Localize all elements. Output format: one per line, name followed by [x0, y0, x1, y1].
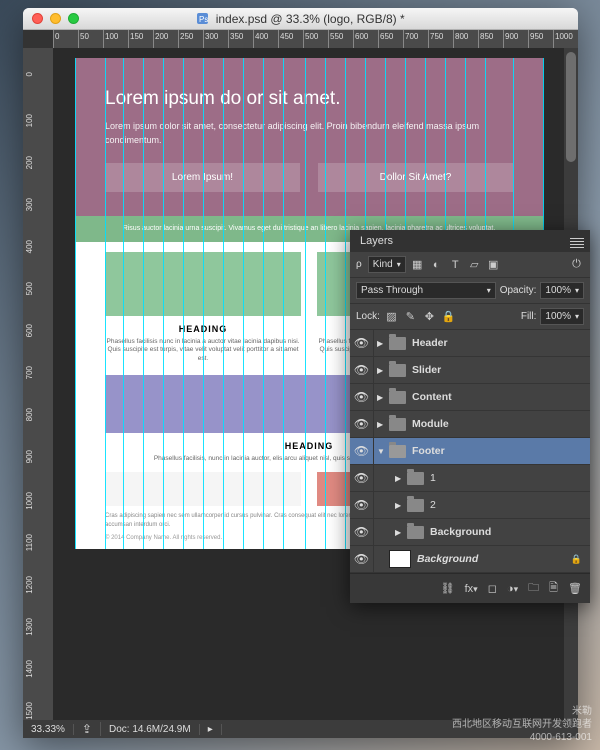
folder-icon: [389, 418, 406, 431]
layer-footer[interactable]: 👁▼ Footer: [350, 438, 590, 465]
visibility-toggle[interactable]: 👁: [350, 384, 374, 410]
layer-name[interactable]: Module: [412, 418, 449, 430]
layer-name[interactable]: 1: [430, 472, 436, 484]
link-layers-icon[interactable]: ⛓: [441, 582, 455, 595]
titlebar[interactable]: Ps index.psd @ 33.3% (logo, RGB/8) *: [23, 8, 578, 30]
visibility-toggle[interactable]: 👁: [350, 465, 374, 491]
minimize-button[interactable]: [50, 13, 61, 24]
hero-paragraph: Lorem ipsum dolor sit amet, consectetur …: [105, 120, 513, 147]
new-group-icon[interactable]: 🗀: [528, 579, 539, 598]
blend-row: Pass Through▾ Opacity: 100%▾: [350, 278, 590, 304]
hero-button-2[interactable]: Dollor Sit Amet?: [318, 163, 513, 192]
hero-section: Lorem ipsum do or sit amet. Lorem ipsum …: [75, 58, 543, 216]
ruler-vertical[interactable]: 2001000100200300400500600700800900100011…: [23, 48, 53, 720]
new-layer-icon[interactable]: 🗎: [549, 579, 558, 598]
visibility-toggle[interactable]: 👁: [350, 492, 374, 518]
folder-icon: [389, 391, 406, 404]
disclosure-triangle[interactable]: ▶: [377, 366, 386, 375]
layer-2[interactable]: 👁 ▶ 2: [350, 492, 590, 519]
layer-name[interactable]: Content: [412, 391, 452, 403]
layer-name[interactable]: Header: [412, 337, 448, 349]
layer-mask-icon[interactable]: ◻: [488, 582, 497, 595]
filter-toggle[interactable]: ⏻: [569, 258, 584, 272]
adjustment-layer-icon[interactable]: ◑▾: [507, 583, 518, 595]
filter-type-icon[interactable]: T: [448, 258, 463, 272]
visibility-toggle[interactable]: 👁: [350, 546, 374, 572]
traffic-lights: [32, 13, 79, 24]
layer-name[interactable]: Background: [430, 526, 491, 538]
layer-background[interactable]: 👁 ▶ Background: [350, 519, 590, 546]
layer-name[interactable]: Slider: [412, 364, 441, 376]
layers-tab[interactable]: Layers: [350, 230, 590, 252]
visibility-toggle[interactable]: 👁: [350, 519, 374, 545]
lock-paint-icon[interactable]: ✎: [403, 310, 418, 324]
filter-kind-select[interactable]: Kind▾: [368, 256, 406, 273]
layer-1[interactable]: 👁 ▶ 1: [350, 465, 590, 492]
share-icon[interactable]: ⇪: [74, 722, 101, 736]
ruler-origin[interactable]: [23, 30, 53, 48]
layer-name[interactable]: 2: [430, 499, 436, 511]
layer-content[interactable]: 👁▶ Content: [350, 384, 590, 411]
watermark: 米勒 西北地区移动互联网开发领跑者 4000-613-001: [452, 705, 592, 744]
svg-text:Ps: Ps: [199, 15, 208, 24]
layer-name[interactable]: Background: [417, 553, 478, 565]
disclosure-triangle[interactable]: ▶: [395, 528, 404, 537]
visibility-toggle[interactable]: 👁: [350, 330, 374, 356]
blend-mode-select[interactable]: Pass Through▾: [356, 282, 496, 299]
disclosure-triangle[interactable]: ▶: [395, 474, 404, 483]
layer-name[interactable]: Footer: [412, 445, 445, 457]
folder-icon: [407, 499, 424, 512]
folder-icon: [407, 472, 424, 485]
layer-thumbnail: [389, 550, 411, 568]
doc-size[interactable]: Doc: 14.6M/24.9M: [101, 724, 200, 735]
lock-icon: 🔒: [571, 554, 582, 565]
filter-shape-icon[interactable]: ▱: [467, 258, 482, 272]
layer-filter-row: ρ Kind▾ ▦ ◐ T ▱ ▣ ⏻: [350, 252, 590, 278]
lock-label: Lock:: [356, 311, 380, 322]
folder-icon: [389, 364, 406, 377]
hero-heading: Lorem ipsum do or sit amet.: [105, 88, 513, 110]
window-title: Ps index.psd @ 33.3% (logo, RGB/8) *: [23, 12, 578, 26]
filter-smart-icon[interactable]: ▣: [486, 258, 501, 272]
ruler-horizontal[interactable]: 0501001502002503003504004505005506006507…: [53, 30, 578, 48]
opacity-input[interactable]: 100%▾: [540, 282, 584, 299]
folder-icon: [389, 337, 406, 350]
filter-pixel-icon[interactable]: ▦: [410, 258, 425, 272]
folder-icon: [407, 526, 424, 539]
layers-footer: ⛓ fx▾ ◻ ◑▾ 🗀 🗎 🗑: [350, 573, 590, 603]
layer-module[interactable]: 👁▶ Module: [350, 411, 590, 438]
chevron-right-icon[interactable]: ▸: [200, 724, 222, 735]
zoom-level[interactable]: 33.33%: [23, 724, 74, 735]
visibility-toggle[interactable]: 👁: [350, 438, 374, 464]
opacity-label: Opacity:: [500, 285, 537, 296]
panel-menu-icon[interactable]: [570, 236, 584, 246]
fill-label: Fill:: [521, 311, 537, 322]
close-button[interactable]: [32, 13, 43, 24]
scrollbar-thumb[interactable]: [566, 52, 576, 162]
layer-header[interactable]: 👁▶ Header: [350, 330, 590, 357]
filter-adjust-icon[interactable]: ◐: [429, 258, 444, 272]
layer-slider[interactable]: 👁▶ Slider: [350, 357, 590, 384]
lock-transparency-icon[interactable]: ▨: [384, 310, 399, 324]
layer-list: 👁▶Header👁▶Slider👁▶Content👁▶Module👁▼Foote…: [350, 330, 590, 573]
disclosure-triangle[interactable]: ▼: [377, 447, 386, 456]
visibility-toggle[interactable]: 👁: [350, 357, 374, 383]
delete-layer-icon[interactable]: 🗑: [568, 582, 582, 595]
layers-panel[interactable]: Layers ρ Kind▾ ▦ ◐ T ▱ ▣ ⏻ Pass Through▾…: [350, 230, 590, 603]
fill-input[interactable]: 100%▾: [540, 308, 584, 325]
folder-icon: [389, 445, 406, 458]
disclosure-triangle[interactable]: ▶: [377, 339, 386, 348]
layer-fx-icon[interactable]: fx▾: [465, 583, 478, 595]
lock-row: Lock: ▨ ✎ ✥ 🔒 Fill: 100%▾: [350, 304, 590, 330]
layer-background[interactable]: 👁 Background 🔒: [350, 546, 590, 573]
disclosure-triangle[interactable]: ▶: [377, 420, 386, 429]
disclosure-triangle[interactable]: ▶: [395, 501, 404, 510]
zoom-button[interactable]: [68, 13, 79, 24]
lock-all-icon[interactable]: 🔒: [441, 310, 456, 324]
lock-position-icon[interactable]: ✥: [422, 310, 437, 324]
disclosure-triangle[interactable]: ▶: [377, 393, 386, 402]
visibility-toggle[interactable]: 👁: [350, 411, 374, 437]
